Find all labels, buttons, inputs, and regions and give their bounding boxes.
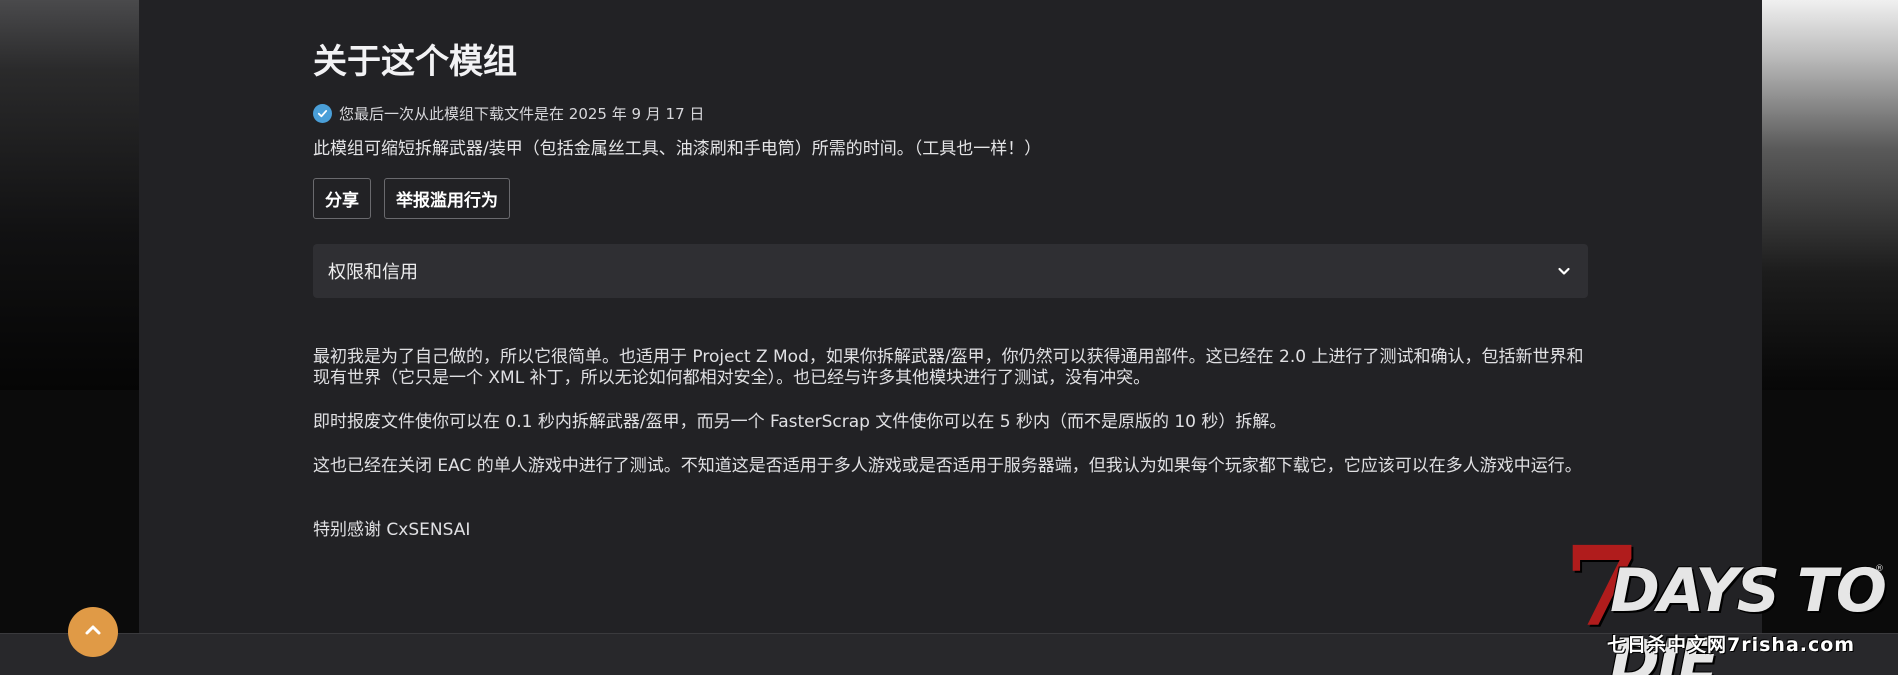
permissions-accordion[interactable]: 权限和信用 <box>313 244 1588 298</box>
report-abuse-button[interactable]: 举报滥用行为 <box>384 178 510 219</box>
logo-registered-mark: ® <box>1875 564 1884 574</box>
mod-summary: 此模组可缩短拆解武器/装甲（包括金属丝工具、油漆刷和手电筒）所需的时间。（工具也… <box>313 139 1042 159</box>
logo-title: DAYS TO DIE <box>1610 556 1887 675</box>
download-notice-text: 您最后一次从此模组下载文件是在 2025 年 9 月 17 日 <box>339 104 705 123</box>
background-left <box>0 0 139 390</box>
logo-subtitle: 七日杀中文网7risha.com <box>1607 634 1856 656</box>
check-circle-icon <box>313 103 332 123</box>
scroll-to-top-button[interactable] <box>68 607 118 657</box>
mod-description: 最初我是为了自己做的，所以它很简单。也适用于 Project Z Mod，如果你… <box>313 347 1588 541</box>
chevron-down-icon[interactable] <box>1556 263 1572 279</box>
share-button[interactable]: 分享 <box>313 178 371 219</box>
background-left-lower <box>0 390 139 633</box>
description-paragraph: 这也已经在关闭 EAC 的单人游戏中进行了测试。不知道这是否适用于多人游戏或是否… <box>313 456 1582 476</box>
download-notice: 您最后一次从此模组下载文件是在 2025 年 9 月 17 日 <box>313 102 1588 124</box>
special-thanks: 特别感谢 CxSENSAI <box>313 520 471 540</box>
action-buttons: 分享 举报滥用行为 <box>313 178 1588 219</box>
accordion-label: 权限和信用 <box>328 262 418 283</box>
chevron-up-icon <box>83 620 103 644</box>
site-watermark-logo: 7 DAYS TO DIE ® 七日杀中文网7risha.com <box>1564 522 1887 675</box>
section-title: 关于这个模组 <box>313 42 517 82</box>
description-paragraph: 即时报废文件使你可以在 0.1 秒内拆解武器/盔甲，而另一个 FasterScr… <box>313 412 1287 432</box>
about-section: 关于这个模组 您最后一次从此模组下载文件是在 2025 年 9 月 17 日 此… <box>313 40 1588 564</box>
description-paragraph: 最初我是为了自己做的，所以它很简单。也适用于 Project Z Mod，如果你… <box>313 347 1584 388</box>
background-right <box>1762 0 1898 390</box>
